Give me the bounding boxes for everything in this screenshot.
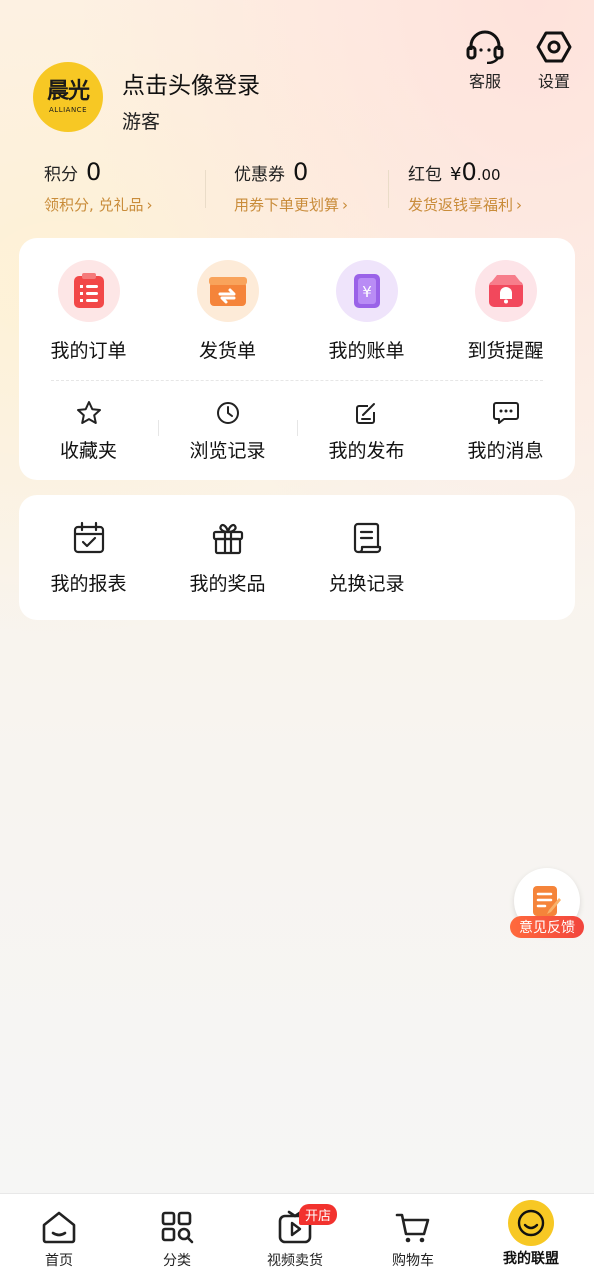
- my-reports-button[interactable]: 我的报表: [19, 521, 158, 596]
- arrival-reminder-label: 到货提醒: [467, 340, 544, 362]
- feedback-button[interactable]: 意见反馈: [510, 868, 586, 940]
- points-key: 积分: [44, 165, 78, 185]
- my-orders-button[interactable]: 我的订单: [19, 260, 158, 363]
- settings-button[interactable]: 设置: [524, 30, 584, 92]
- shipment-box-icon: [196, 260, 259, 322]
- redeem-history-label: 兑换记录: [328, 573, 405, 595]
- tab-home-label: 首页: [45, 1253, 73, 1269]
- divider: [388, 170, 389, 208]
- user-name: 游客: [122, 111, 161, 133]
- my-bill-label: 我的账单: [328, 340, 405, 362]
- login-prompt[interactable]: 点击头像登录: [122, 66, 260, 100]
- coupon-stat[interactable]: 优惠券 0 用券下单更划算 ›: [234, 158, 348, 215]
- my-prizes-button[interactable]: 我的奖品: [158, 521, 297, 596]
- my-posts-label: 我的发布: [328, 440, 405, 462]
- favorites-button[interactable]: 收藏夹: [19, 400, 158, 463]
- my-bill-button[interactable]: ¥ 我的账单: [297, 260, 436, 363]
- shipment-label: 发货单: [198, 340, 256, 362]
- clock-icon: [216, 402, 239, 424]
- chevron-right-icon: ›: [342, 195, 349, 214]
- message-icon: [492, 402, 519, 424]
- tools-card: 我的报表 我的奖品 兑换记录: [19, 495, 575, 620]
- bottom-tab-bar: 首页 分类 开店 视频卖货 购物车 我的联盟: [0, 1193, 594, 1280]
- category-grid-icon: [161, 1211, 194, 1244]
- avatar-logo-subtext: ALLIANCE: [49, 106, 87, 114]
- my-posts-button[interactable]: 我的发布: [297, 400, 436, 463]
- tab-video-selling-label: 视频卖货: [267, 1253, 323, 1269]
- avatar[interactable]: 晨光 ALLIANCE: [33, 62, 103, 132]
- points-stat[interactable]: 积分 0 领积分, 兑礼品 ›: [44, 158, 153, 215]
- arrival-reminder-button[interactable]: 到货提醒: [436, 260, 575, 363]
- settings-label: 设置: [537, 72, 570, 91]
- redpacket-sub: 发货返钱享福利: [408, 196, 514, 214]
- redpacket-currency: ¥: [450, 164, 462, 185]
- tab-category-label: 分类: [163, 1253, 191, 1269]
- points-value: 0: [86, 158, 102, 186]
- tab-my-alliance-label: 我的联盟: [503, 1251, 559, 1267]
- tab-cart-label: 购物车: [392, 1253, 434, 1269]
- coupon-key: 优惠券: [234, 165, 285, 185]
- history-button[interactable]: 浏览记录: [158, 400, 297, 463]
- coupon-sub: 用券下单更划算: [234, 196, 340, 214]
- calendar-check-icon: [73, 521, 104, 554]
- headset-icon: [466, 30, 504, 64]
- chevron-right-icon: ›: [516, 195, 523, 214]
- bill-yen-icon: ¥: [335, 260, 398, 322]
- tab-cart[interactable]: 购物车: [354, 1194, 472, 1280]
- my-reports-label: 我的报表: [50, 573, 127, 595]
- document-icon: [353, 522, 381, 554]
- gear-icon: [536, 31, 572, 63]
- tab-video-selling[interactable]: 开店 视频卖货: [236, 1194, 354, 1280]
- arrival-bell-icon: [474, 260, 537, 322]
- chevron-right-icon: ›: [146, 195, 153, 214]
- star-icon: [76, 401, 101, 424]
- redpacket-stat[interactable]: 红包 ¥ 0 .00 发货返钱享福利 ›: [408, 158, 522, 215]
- smile-icon: [508, 1200, 554, 1246]
- my-messages-label: 我的消息: [467, 440, 544, 462]
- cart-icon: [395, 1213, 430, 1243]
- my-orders-label: 我的订单: [50, 340, 127, 362]
- tab-my-alliance[interactable]: 我的联盟: [472, 1194, 590, 1280]
- history-label: 浏览记录: [189, 440, 266, 462]
- redpacket-value: 0: [461, 158, 477, 186]
- home-icon: [42, 1211, 76, 1244]
- tab-home[interactable]: 首页: [0, 1194, 118, 1280]
- customer-service-button[interactable]: 客服: [455, 30, 515, 92]
- open-store-badge: 开店: [299, 1204, 338, 1225]
- orders-card: 我的订单 发货单 ¥ 我的账单 到货提醒 收藏夹 浏览记录 我的发布 我的消息: [19, 238, 575, 480]
- avatar-logo-text: 晨光: [46, 79, 90, 104]
- gift-icon: [212, 523, 243, 555]
- feedback-label: 意见反馈: [510, 916, 584, 938]
- points-sub: 领积分, 兑礼品: [44, 196, 144, 214]
- order-list-icon: [57, 260, 120, 322]
- svg-text:¥: ¥: [362, 283, 372, 301]
- dashed-divider: [51, 380, 543, 381]
- redeem-history-button[interactable]: 兑换记录: [297, 521, 436, 596]
- shipment-button[interactable]: 发货单: [158, 260, 297, 363]
- redpacket-key: 红包: [408, 165, 442, 185]
- redpacket-decimals: .00: [476, 166, 501, 184]
- coupon-value: 0: [293, 158, 309, 186]
- tab-category[interactable]: 分类: [118, 1194, 236, 1280]
- divider: [205, 170, 206, 208]
- customer-service-label: 客服: [468, 72, 501, 91]
- my-messages-button[interactable]: 我的消息: [436, 400, 575, 463]
- edit-icon: [355, 403, 375, 424]
- favorites-label: 收藏夹: [59, 440, 117, 462]
- my-prizes-label: 我的奖品: [189, 573, 266, 595]
